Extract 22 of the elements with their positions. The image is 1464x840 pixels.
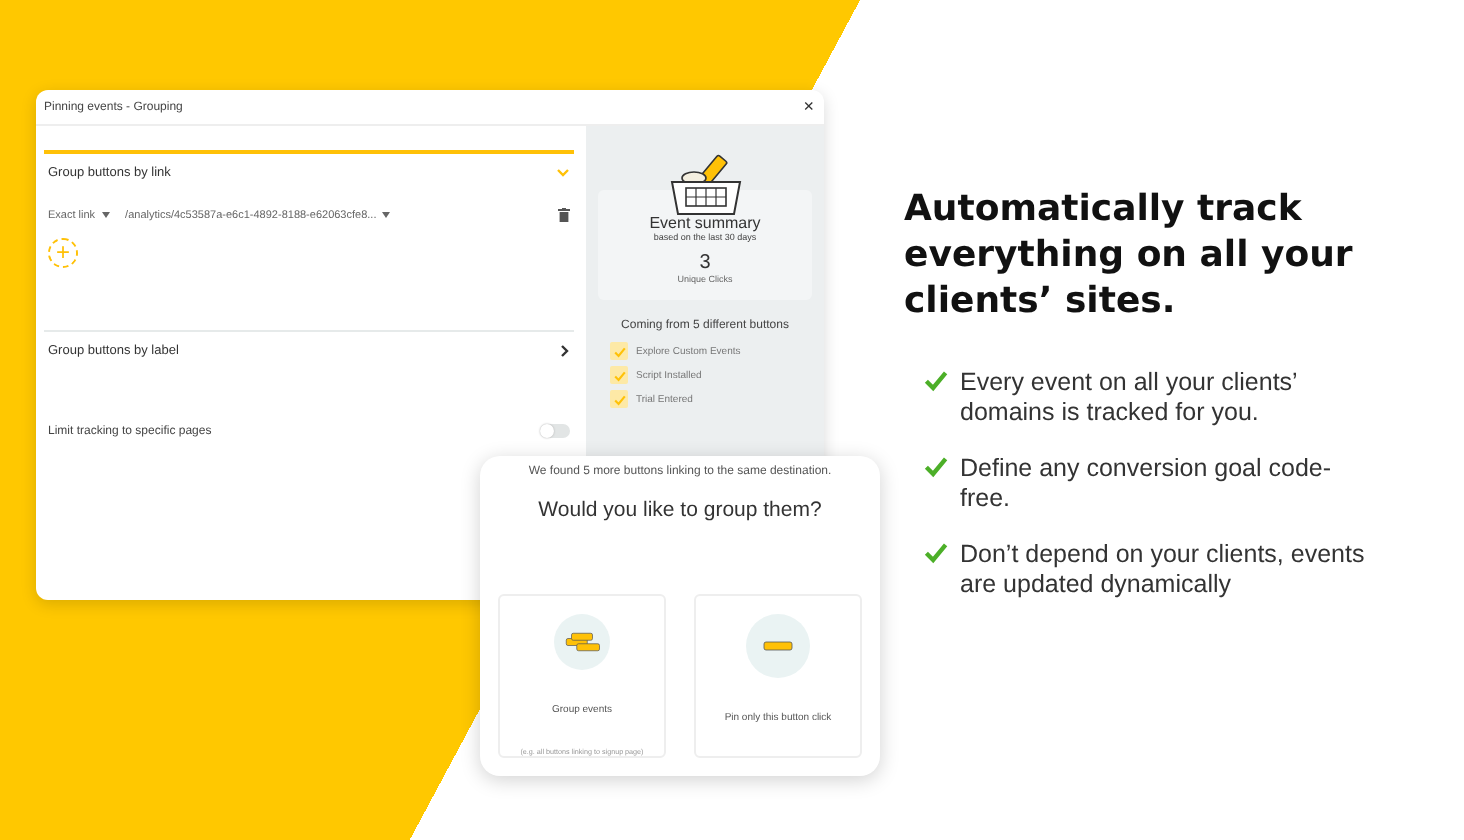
check-icon <box>924 540 948 564</box>
caret-icon <box>382 211 391 217</box>
checkbox[interactable] <box>610 366 628 384</box>
click-count: 3 <box>699 252 711 274</box>
checkbox[interactable] <box>610 390 628 408</box>
summary-title: Event summary <box>649 214 761 232</box>
caret-icon <box>101 211 110 217</box>
feature-text: Define any conversion goal code-free. <box>960 454 1334 514</box>
check-icon <box>924 454 948 478</box>
check-icon <box>924 368 948 392</box>
checkbox[interactable] <box>610 342 628 360</box>
trash-icon[interactable] <box>558 208 570 222</box>
chevron-down-icon <box>556 168 570 178</box>
feature-text: Every event on all your clients’ domains is tracked for you. <box>960 368 1299 428</box>
hero-heading: Automatically track everything on all your clients’ sites. <box>904 186 1355 324</box>
feature-text: Don’t depend on your clients, events are updated dynamically <box>960 540 1367 600</box>
dialog-question: Would you like to group them? <box>538 498 822 522</box>
single-bar-icon <box>746 614 810 678</box>
stacked-bars-icon <box>550 614 614 670</box>
toggle-switch[interactable] <box>540 424 570 438</box>
chevron-right-icon <box>560 344 570 358</box>
close-button[interactable]: × <box>803 98 814 116</box>
